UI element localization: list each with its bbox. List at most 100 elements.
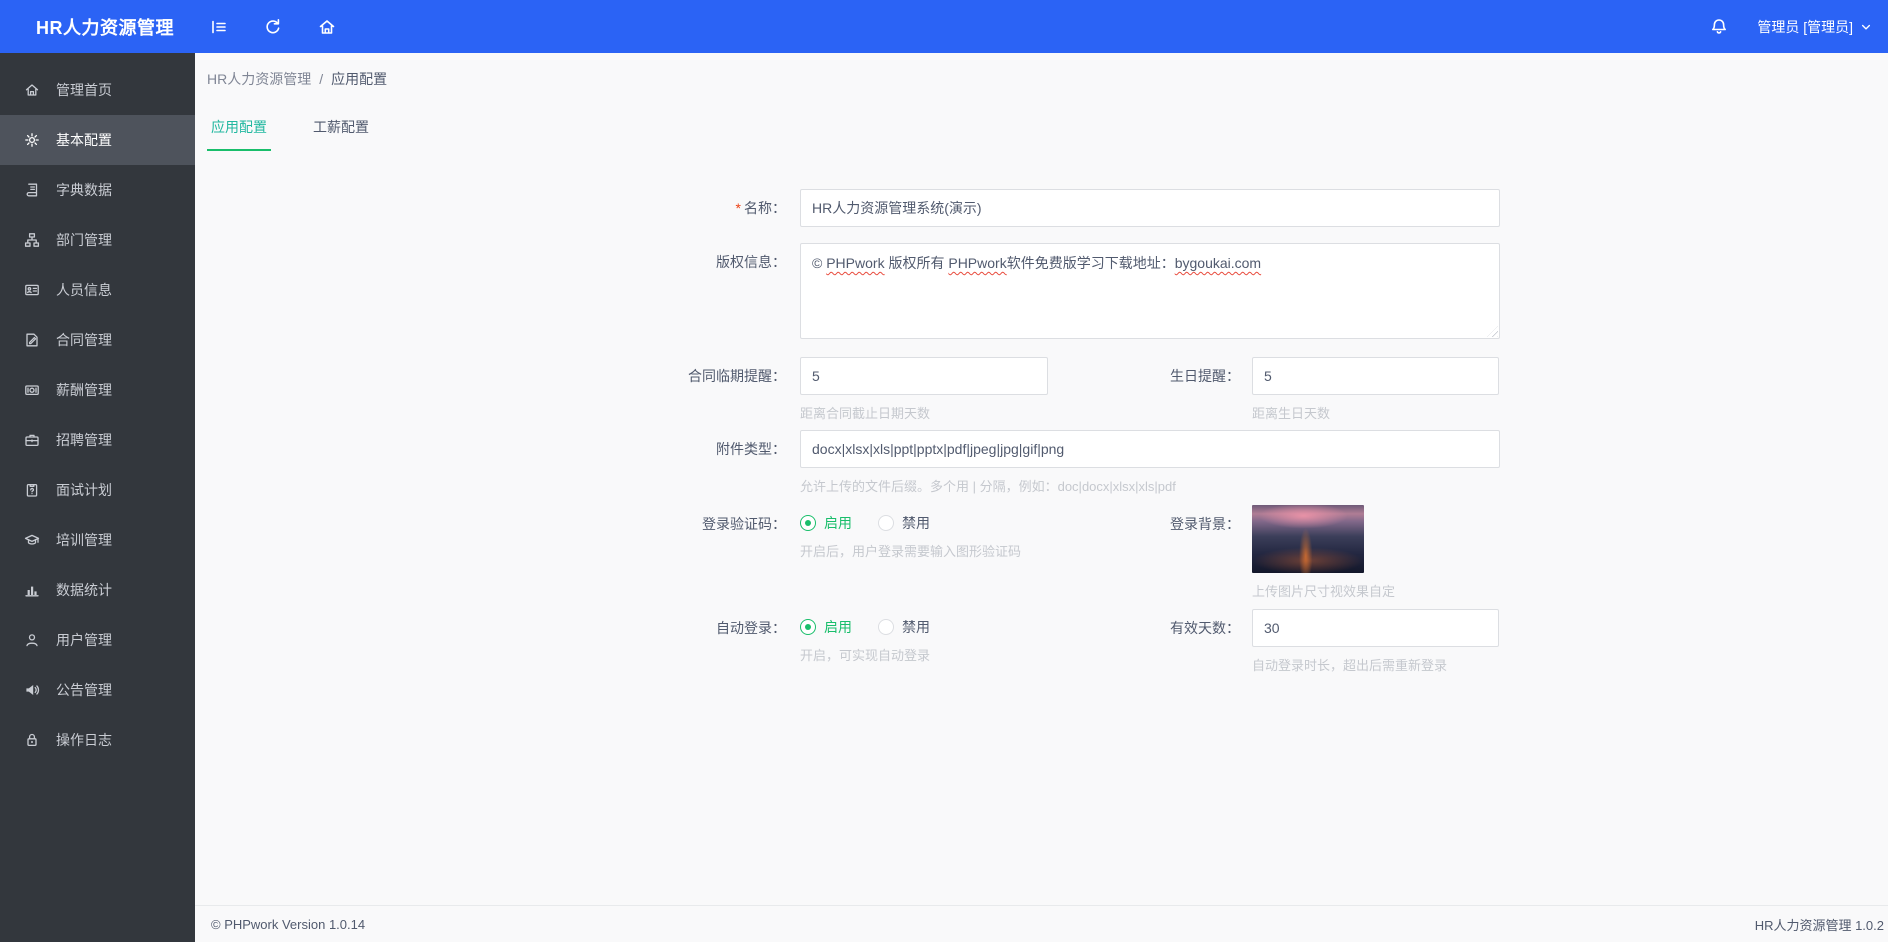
auto-login-label: 自动登录： [716,620,786,636]
breadcrumb-root[interactable]: HR人力资源管理 [207,69,311,89]
auto-login-radio-group: 启用 禁用 [800,609,1048,637]
app-title: HR人力资源管理 [36,17,174,38]
org-chart-icon [24,233,40,247]
book-icon [26,183,38,197]
captcha-radio-group: 启用 禁用 [800,505,1048,533]
user-dropdown[interactable]: 管理员 [管理员] [1757,17,1872,37]
sidebar-item-dictionary[interactable]: 字典数据 [0,165,195,215]
sidebar-item-label: 培训管理 [56,532,112,548]
sidebar-item-logs[interactable]: 操作日志 [0,715,195,765]
sidebar-item-label: 字典数据 [56,182,112,198]
radio-dot-icon [878,515,894,531]
sidebar-item-dashboard[interactable]: 管理首页 [0,65,195,115]
radio-label: 启用 [824,515,852,531]
training-icon [24,534,40,545]
log-icon [27,733,37,747]
interview-icon [26,483,38,497]
radio-dot-icon [800,619,816,635]
home-icon [25,84,39,96]
sidebar-item-label: 薪酬管理 [56,382,112,398]
tab-app-config[interactable]: 应用配置 [207,111,271,151]
chevron-down-icon [1861,24,1871,30]
radio-dot-icon [800,515,816,531]
sidebar-item-recruitment[interactable]: 招聘管理 [0,415,195,465]
sidebar-item-label: 公告管理 [56,682,112,698]
sidebar-item-announcements[interactable]: 公告管理 [0,665,195,715]
valid-days-hint: 自动登录时长，超出后需重新登录 [1252,658,1448,673]
copyright-text: bygoukai.com [1174,255,1262,271]
id-card-icon [25,284,39,296]
auto-login-radio-enabled[interactable]: 启用 [800,617,852,637]
collapse-menu-icon[interactable] [209,17,229,37]
attachment-types-input[interactable] [800,430,1500,468]
copyright-text: 版权所有 [884,255,949,271]
sidebar-item-interviews[interactable]: 面试计划 [0,465,195,515]
login-background-label: 登录背景： [1170,516,1240,532]
login-background-image[interactable] [1252,505,1364,573]
radio-label: 禁用 [902,619,930,635]
valid-days-input[interactable] [1252,609,1499,647]
recruitment-icon [25,434,39,447]
tab-salary-config[interactable]: 工薪配置 [309,111,373,151]
radio-dot-icon [878,619,894,635]
sidebar-item-label: 人员信息 [56,282,112,298]
contract-reminder-label: 合同临期提醒： [688,368,786,384]
breadcrumb-current: 应用配置 [331,71,388,87]
captcha-radio-disabled[interactable]: 禁用 [878,513,930,533]
sidebar-item-training[interactable]: 培训管理 [0,515,195,565]
copyright-label: 版权信息： [716,254,786,270]
topbar: HR人力资源管理 管理员 [管理员] [0,0,1888,53]
contract-reminder-hint: 距离合同截止日期天数 [800,406,931,421]
auto-login-hint: 开启，可实现自动登录 [800,648,931,663]
sidebar-item-label: 面试计划 [56,482,112,498]
sidebar-item-label: 数据统计 [56,582,112,598]
breadcrumb: HR人力资源管理 / 应用配置 [207,69,1888,89]
sidebar-item-label: 基本配置 [56,132,112,148]
tab-bar: 应用配置 工薪配置 [207,111,1888,151]
captcha-radio-enabled[interactable]: 启用 [800,513,852,533]
birthday-reminder-hint: 距离生日天数 [1252,406,1331,421]
app-config-form: *名称： 版权信息： © PHPwork 版权所有 PHPwork软件免费版学习… [207,189,1888,674]
sidebar-item-basic-config[interactable]: 基本配置 [0,115,195,165]
attachment-types-hint: 允许上传的文件后缀。多个用 | 分隔，例如：doc|docx|xlsx|xls|… [800,479,1176,494]
sidebar-item-users[interactable]: 用户管理 [0,615,195,665]
sidebar-item-label: 管理首页 [56,82,112,98]
sidebar-item-departments[interactable]: 部门管理 [0,215,195,265]
user-name: 管理员 [管理员] [1757,18,1853,35]
sidebar-item-label: 部门管理 [56,232,112,248]
contract-reminder-input[interactable] [800,357,1048,395]
footer: © PHPwork Version 1.0.14 HR人力资源管理 1.0.2 [195,905,1888,942]
footer-app-version: HR人力资源管理 1.0.2 [1754,917,1884,933]
radio-label: 启用 [824,619,852,635]
bell-icon[interactable] [1709,17,1729,37]
valid-days-label: 有效天数： [1170,620,1240,636]
copyright-textarea[interactable]: © PHPwork 版权所有 PHPwork软件免费版学习下载地址：bygouk… [800,243,1500,339]
sidebar-item-contracts[interactable]: 合同管理 [0,315,195,365]
attachment-types-label: 附件类型： [716,441,786,457]
login-background-hint: 上传图片尺寸视效果自定 [1252,584,1396,599]
gear-icon [25,133,39,147]
name-label: * 名称： [735,200,786,216]
home-icon[interactable] [317,17,337,37]
copyright-text: 软件免费版学习下载地址： [1006,255,1175,271]
contract-icon [26,333,38,347]
birthday-reminder-label: 生日提醒： [1170,368,1240,384]
captcha-hint: 开启后，用户登录需要输入图形验证码 [800,544,1022,559]
birthday-reminder-input[interactable] [1252,357,1499,395]
captcha-label: 登录验证码： [702,516,786,532]
sidebar-item-salary[interactable]: 薪酬管理 [0,365,195,415]
copyright-text: PHPwork [948,255,1007,271]
stats-icon [25,586,39,597]
announcement-icon [26,685,40,695]
content-area: HR人力资源管理 / 应用配置 应用配置 工薪配置 * 名称： HR人力资源管理… [195,53,1888,905]
sidebar-item-label: 操作日志 [56,732,112,748]
sidebar-item-personnel[interactable]: 人员信息 [0,265,195,315]
sidebar-item-statistics[interactable]: 数据统计 [0,565,195,615]
required-asterisk: * [735,200,741,216]
refresh-icon[interactable] [263,17,283,37]
auto-login-radio-disabled[interactable]: 禁用 [878,617,930,637]
name-input[interactable] [800,189,1500,227]
sidebar-item-label: 合同管理 [56,332,112,348]
breadcrumb-separator: / [319,71,324,87]
copyright-text: © [812,255,827,271]
